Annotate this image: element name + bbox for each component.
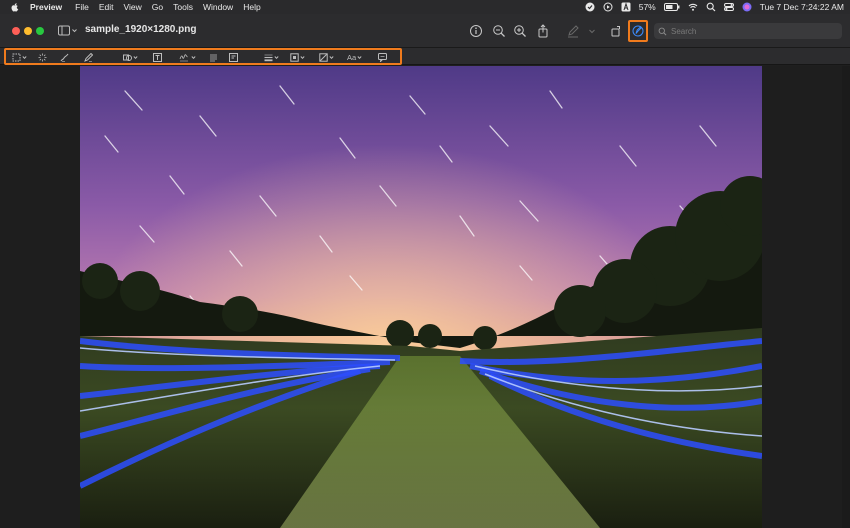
text-style-tool[interactable]: Aa (347, 52, 362, 62)
fill-color-icon (319, 52, 328, 62)
chevron-down-icon (191, 55, 196, 59)
draw-icon (84, 52, 93, 62)
menu-bar: Preview File Edit View Go Tools Window H… (0, 0, 850, 14)
adjust-color-tool[interactable] (229, 52, 238, 62)
chevron-down-icon (357, 55, 362, 59)
zoom-in-button[interactable] (513, 24, 527, 38)
selection-tool[interactable] (12, 52, 27, 62)
shapes-tool[interactable] (123, 52, 138, 62)
draw-tool[interactable] (84, 52, 93, 62)
chevron-down-icon (274, 55, 279, 59)
fill-color-tool[interactable] (319, 52, 334, 62)
sidebar-icon (58, 25, 77, 36)
markup-toolbar: Aa (0, 48, 850, 65)
search-icon (658, 27, 667, 35)
sidebar-toggle-button[interactable] (58, 25, 78, 37)
menu-file[interactable]: File (75, 2, 89, 12)
rotate-button[interactable] (609, 24, 623, 38)
battery-percent: 57% (638, 2, 656, 12)
markup-toolbar-button[interactable] (628, 20, 648, 42)
chevron-down-icon (589, 29, 595, 34)
speech-bubble-tool[interactable] (378, 52, 387, 62)
instant-alpha-icon (38, 53, 47, 61)
minimize-window-button[interactable] (24, 27, 32, 35)
highlight-button[interactable] (566, 24, 580, 38)
text-a-icon[interactable] (621, 2, 631, 12)
chevron-down-icon (22, 55, 27, 59)
note-tool[interactable] (209, 52, 218, 62)
rotate-icon (611, 26, 620, 37)
chevron-down-icon (300, 55, 305, 59)
chevron-down-icon (329, 55, 334, 59)
menu-view[interactable]: View (124, 2, 142, 12)
sign-icon (179, 53, 188, 61)
zoom-in-icon (514, 25, 526, 37)
speech-bubble-icon (378, 52, 387, 62)
note-icon (210, 54, 217, 61)
night-landscape-photo (80, 66, 762, 528)
menu-app-name[interactable]: Preview (30, 2, 62, 12)
battery-icon[interactable] (663, 3, 680, 11)
markup-tools-group: Aa (4, 48, 402, 65)
play-circle-icon[interactable] (603, 2, 613, 12)
highlight-pen-icon (568, 25, 579, 38)
shape-style-icon (264, 54, 273, 61)
vertical-scrollbar[interactable] (842, 66, 850, 528)
markup-icon (632, 25, 644, 37)
image-canvas[interactable] (80, 66, 762, 528)
sign-tool[interactable] (178, 52, 196, 62)
text-style-label: Aa (347, 52, 357, 62)
sketch-tool[interactable] (60, 52, 69, 62)
clock[interactable]: Tue 7 Dec 7:24:22 AM (760, 2, 844, 12)
zoom-out-icon (493, 25, 505, 37)
shield-check-icon[interactable] (585, 2, 595, 12)
adjust-color-icon (229, 52, 238, 62)
share-button[interactable] (536, 24, 550, 38)
search-field[interactable] (654, 23, 842, 39)
chevron-down-icon (133, 55, 138, 59)
highlight-menu-button[interactable] (588, 24, 596, 38)
search-icon[interactable] (706, 2, 716, 12)
close-window-button[interactable] (12, 27, 20, 35)
instant-alpha-tool[interactable] (38, 52, 47, 62)
text-box-tool[interactable] (153, 52, 162, 62)
wifi-icon[interactable] (688, 2, 698, 12)
border-color-tool[interactable] (290, 52, 305, 62)
menu-go[interactable]: Go (152, 2, 163, 12)
document-title: sample_1920×1280.png (85, 24, 197, 35)
selection-rect-icon (12, 53, 21, 61)
zoom-window-button[interactable] (36, 27, 44, 35)
preview-window: sample_1920×1280.png Search Aa (0, 14, 850, 528)
siri-icon[interactable] (742, 2, 752, 12)
zoom-out-button[interactable] (492, 24, 506, 38)
apple-icon[interactable] (10, 2, 20, 12)
text-box-icon (153, 52, 162, 62)
share-icon (538, 24, 548, 38)
menu-window[interactable]: Window (203, 2, 233, 12)
border-color-icon (290, 52, 299, 62)
sketch-icon (60, 53, 69, 62)
document-area (0, 66, 850, 528)
menu-extras: 57% Tue 7 Dec 7:24:22 AM (585, 0, 844, 14)
search-input[interactable] (671, 26, 831, 36)
info-button[interactable] (469, 24, 483, 38)
control-center-icon[interactable] (723, 2, 734, 12)
info-icon (470, 25, 482, 37)
menu-help[interactable]: Help (243, 2, 260, 12)
menu-tools[interactable]: Tools (173, 2, 193, 12)
shape-style-tool[interactable] (264, 52, 279, 62)
title-bar: sample_1920×1280.png (0, 14, 850, 48)
menu-edit[interactable]: Edit (99, 2, 114, 12)
shapes-icon (123, 54, 132, 61)
